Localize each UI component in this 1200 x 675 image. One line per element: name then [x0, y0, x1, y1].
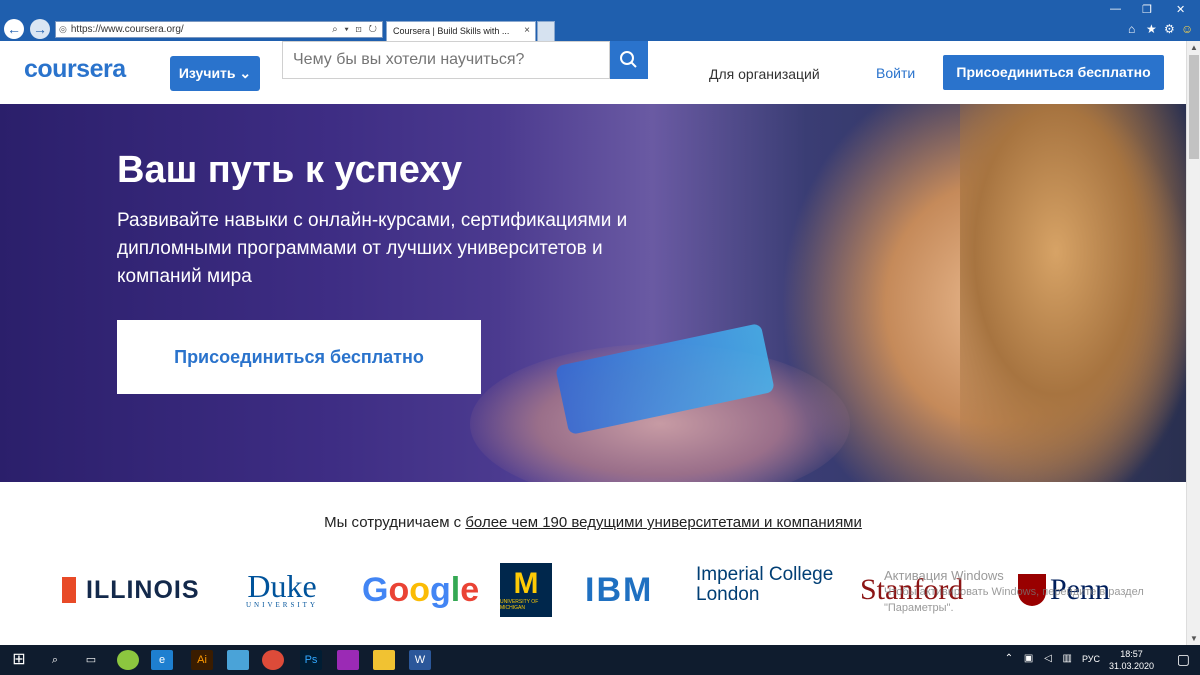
restore-icon[interactable]: ❐	[1142, 3, 1152, 16]
imperial-line-1: Imperial College	[696, 564, 834, 585]
back-icon[interactable]: ←	[4, 19, 24, 39]
windows-start-icon[interactable]: ⊞	[8, 650, 30, 670]
url-text: https://www.coursera.org/	[70, 24, 184, 35]
hero-title: Ваш путь к успеху	[117, 149, 463, 191]
illustrator-icon[interactable]: Ai	[191, 650, 213, 670]
michigan-block-m: M	[513, 567, 539, 600]
illinois-logo[interactable]: ILLINOIS	[62, 565, 200, 615]
explore-button[interactable]: Изучить ⌄	[170, 56, 260, 91]
hero-banner: Ваш путь к успеху Развивайте навыки с он…	[0, 104, 1186, 482]
taskbar-clock[interactable]: 18:57 31.03.2020	[1109, 648, 1154, 672]
michigan-subtitle: UNIVERSITY OF MICHIGAN	[500, 599, 539, 611]
ibm-logo[interactable]: IBM	[585, 565, 653, 615]
google-wordmark: Google	[362, 570, 480, 609]
illinois-block-i-icon	[62, 577, 76, 603]
hero-photo-hair	[960, 104, 1186, 482]
address-bar[interactable]: ◎ https://www.coursera.org/ ⌕ ▾ ⊡ ↻	[55, 21, 383, 38]
partners-caption-prefix: Мы сотрудничаем с	[324, 514, 466, 531]
search-icon[interactable]: ⌕	[44, 650, 66, 670]
photoshop-icon[interactable]: Ps	[300, 650, 322, 670]
imperial-line-2: London	[696, 584, 760, 605]
search-input[interactable]	[282, 41, 610, 79]
home-icon[interactable]: ⌂	[1128, 22, 1135, 36]
michigan-logo[interactable]: M UNIVERSITY OF MICHIGAN	[500, 563, 552, 617]
app-icon-blue[interactable]	[227, 650, 249, 670]
app-icon-green[interactable]	[117, 650, 139, 670]
file-explorer-icon[interactable]	[373, 650, 395, 670]
windows-activation-watermark: Активация Windows Чтобы активировать Win…	[884, 568, 1184, 616]
coursera-logo[interactable]: coursera	[24, 55, 126, 84]
duke-logo[interactable]: Duke UNIVERSITY	[246, 565, 318, 615]
system-tray-icons[interactable]: ⌃ ▣ ◁ ▥	[1005, 653, 1076, 664]
site-icon: ◎	[59, 24, 67, 34]
search-icon	[620, 51, 637, 68]
tab-title: Coursera | Build Skills with ...	[393, 26, 510, 36]
favorites-icon[interactable]: ★	[1146, 22, 1157, 36]
page-scrollbar[interactable]: ▲ ▼	[1186, 41, 1200, 645]
login-link[interactable]: Войти	[876, 65, 915, 81]
settings-icon[interactable]: ⚙	[1164, 22, 1175, 36]
duke-subtitle: UNIVERSITY	[246, 601, 318, 609]
clock-date: 31.03.2020	[1108, 661, 1154, 671]
watermark-line-1: Активация Windows	[884, 568, 1004, 583]
minimize-icon[interactable]: —	[1110, 3, 1121, 15]
notification-icon[interactable]: ▢	[1177, 651, 1190, 668]
watermark-line-3: "Параметры".	[884, 602, 954, 614]
site-header: coursera Изучить ⌄ Для организаций Войти…	[0, 41, 1186, 104]
join-free-button[interactable]: Присоединиться бесплатно	[943, 55, 1164, 90]
for-business-link[interactable]: Для организаций	[709, 66, 820, 82]
scroll-up-icon[interactable]: ▲	[1190, 43, 1198, 52]
scroll-thumb[interactable]	[1189, 55, 1199, 159]
browser-chrome: ← → ◎ https://www.coursera.org/ ⌕ ▾ ⊡ ↻ C…	[0, 0, 1200, 41]
close-window-icon[interactable]: ✕	[1176, 3, 1185, 16]
chrome-icon[interactable]	[262, 650, 284, 670]
internet-explorer-icon[interactable]: e	[151, 650, 173, 670]
hero-join-button[interactable]: Присоединиться бесплатно	[117, 320, 481, 394]
duke-wordmark: Duke	[247, 568, 317, 604]
input-language[interactable]: РУС	[1082, 654, 1100, 664]
google-logo[interactable]: Google	[362, 565, 479, 615]
word-icon[interactable]: W	[409, 650, 431, 670]
tab-close-icon[interactable]: ×	[524, 22, 530, 40]
illinois-wordmark: ILLINOIS	[86, 575, 200, 604]
feedback-smiley-icon[interactable]: ☺	[1181, 22, 1193, 36]
chevron-down-icon: ⌄	[239, 65, 252, 81]
hero-subtitle: Развивайте навыки с онлайн-курсами, серт…	[117, 210, 628, 287]
explore-label: Изучить	[178, 65, 236, 81]
watermark-line-2: Чтобы активировать Windows, перейдите в …	[884, 586, 1144, 598]
imperial-college-logo[interactable]: Imperial College London	[696, 565, 833, 615]
clock-time: 18:57	[1120, 649, 1143, 659]
forward-icon[interactable]: →	[30, 19, 50, 39]
search-button[interactable]	[610, 41, 648, 79]
browser-tab[interactable]: Coursera | Build Skills with ... ×	[386, 21, 536, 41]
task-view-icon[interactable]: ▭	[80, 650, 102, 670]
app-icon-purple[interactable]	[337, 650, 359, 670]
partners-link[interactable]: более чем 190 ведущими университетами и …	[465, 514, 862, 531]
windows-taskbar: ⊞ ⌕ ▭ e Ai Ps W ⌃ ▣ ◁ ▥ РУС 18:57 31.03.…	[0, 645, 1200, 675]
new-tab-button[interactable]	[537, 21, 555, 41]
partners-caption: Мы сотрудничаем с более чем 190 ведущими…	[0, 514, 1186, 531]
address-tools-icon[interactable]: ⌕ ▾ ⊡ ↻	[332, 22, 379, 37]
scroll-down-icon[interactable]: ▼	[1190, 634, 1198, 643]
